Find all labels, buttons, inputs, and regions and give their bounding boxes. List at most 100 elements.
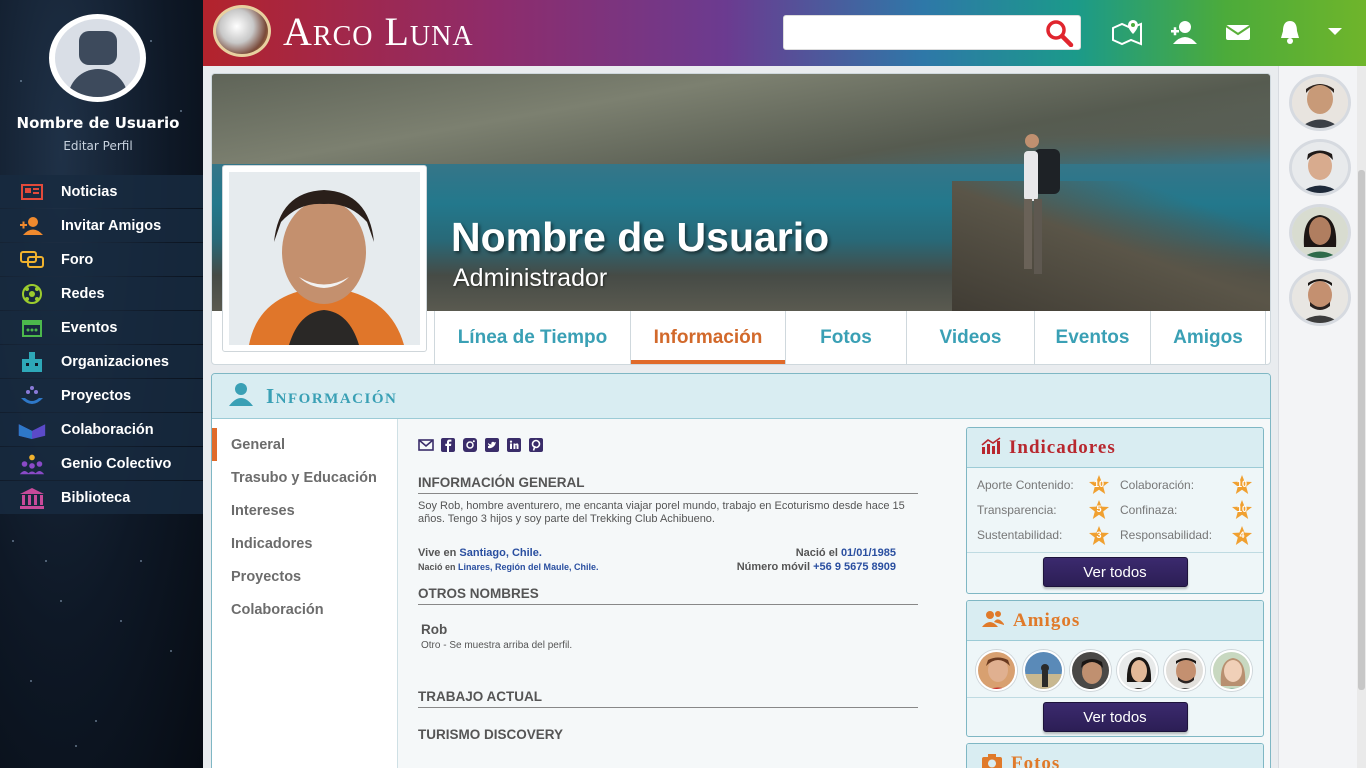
projects-icon — [18, 385, 46, 406]
left-sidebar: Nombre de Usuario Editar Perfil Noticias… — [0, 0, 203, 768]
birth-date-value: 01/01/1985 — [840, 547, 896, 559]
sidebar-item-label: Invitar Amigos — [61, 217, 162, 234]
map-location-icon[interactable] — [1111, 16, 1145, 48]
friend-avatar[interactable] — [1117, 650, 1158, 691]
social-links — [418, 434, 918, 456]
tab-fotos[interactable]: Fotos — [785, 311, 906, 364]
sidebar-item-genio-colectivo[interactable]: Genio Colectivo — [0, 447, 203, 480]
twitter-icon[interactable] — [484, 437, 500, 453]
indicators-title: Indicadores — [1009, 436, 1116, 458]
indicator-item: Responsabilidad: 4 — [1120, 525, 1253, 546]
forum-icon — [18, 250, 46, 270]
friend-avatar[interactable] — [1070, 650, 1111, 691]
online-friend-avatar[interactable] — [1289, 204, 1351, 261]
indicator-item: Transparencia: 5 — [977, 499, 1110, 520]
other-name: Rob — [421, 622, 448, 637]
born-in-link[interactable]: Linares, Región del Maule, Chile. — [458, 562, 599, 572]
indicator-value: 3 — [1096, 529, 1102, 540]
profile-photo[interactable] — [222, 165, 427, 352]
indicator-value: 5 — [1096, 504, 1102, 515]
subnav-proyectos[interactable]: Proyectos — [212, 560, 397, 593]
sidebar-item-invitar-amigos[interactable]: Invitar Amigos — [0, 209, 203, 242]
sidebar-item-colaboracion[interactable]: Colaboración — [0, 413, 203, 446]
information-title: Información — [266, 383, 398, 408]
profile-tabs: Línea de Tiempo Información Fotos Videos… — [434, 311, 1266, 364]
sidebar-item-noticias[interactable]: Noticias — [0, 175, 203, 208]
friend-avatar[interactable] — [976, 650, 1017, 691]
indicator-label: Responsabilidad: — [1120, 528, 1213, 543]
indicator-item: Sustentabilidad: 3 — [977, 525, 1110, 546]
facebook-icon[interactable] — [440, 437, 456, 453]
online-friends-rail — [1278, 66, 1366, 768]
hiker-figure — [1024, 134, 1060, 274]
sidebar-item-proyectos[interactable]: Proyectos — [0, 379, 203, 412]
friends-see-all-button[interactable]: Ver todos — [1042, 702, 1188, 732]
scrollbar-thumb[interactable] — [1358, 170, 1365, 690]
indicator-label: Confinaza: — [1120, 502, 1178, 517]
star-icon: 4 — [1231, 525, 1253, 546]
star-icon: 10 — [1231, 474, 1253, 495]
friend-avatar[interactable] — [1211, 650, 1252, 691]
subnav-colaboracion[interactable]: Colaboración — [212, 593, 397, 626]
sidebar-item-redes[interactable]: Redes — [0, 277, 203, 310]
tab-videos[interactable]: Videos — [906, 311, 1034, 364]
linkedin-icon[interactable] — [506, 437, 522, 453]
birth-date-label: Nació el — [795, 547, 838, 559]
page-scrollbar[interactable] — [1357, 66, 1366, 768]
sidebar-item-biblioteca[interactable]: Biblioteca — [0, 481, 203, 514]
search-icon[interactable] — [1044, 19, 1074, 48]
network-icon — [18, 283, 46, 304]
tab-linea-de-tiempo[interactable]: Línea de Tiempo — [434, 311, 630, 364]
tab-informacion[interactable]: Información — [630, 311, 785, 364]
lives-in-link[interactable]: Santiago, Chile. — [459, 547, 542, 559]
sidebar-item-label: Noticias — [61, 183, 118, 200]
app-logo-text[interactable]: Arco Luna — [283, 8, 474, 55]
pinterest-icon[interactable] — [528, 437, 544, 453]
newspaper-icon — [18, 182, 46, 202]
chart-icon — [981, 436, 1001, 459]
sidebar-item-organizaciones[interactable]: Organizaciones — [0, 345, 203, 378]
collective-genius-icon — [18, 454, 46, 474]
tab-amigos[interactable]: Amigos — [1150, 311, 1266, 364]
photos-title: Fotos — [1011, 752, 1061, 768]
information-subnav: General Trasubo y Educación Intereses In… — [212, 419, 398, 768]
mobile-value: +56 9 5675 8909 — [813, 561, 896, 573]
chevron-down-icon[interactable] — [1318, 16, 1352, 48]
subnav-indicadores[interactable]: Indicadores — [212, 527, 397, 560]
bio-text: Soy Rob, hombre aventurero, me encanta v… — [418, 500, 905, 525]
search-input[interactable] — [784, 16, 1034, 49]
sidebar-avatar[interactable] — [49, 14, 146, 102]
tab-eventos[interactable]: Eventos — [1034, 311, 1150, 364]
current-job: TURISMO DISCOVERY — [418, 727, 564, 742]
profile-cover-card: Nombre de Usuario Administrador Línea de… — [211, 73, 1271, 365]
arco-luna-logo-icon[interactable] — [213, 5, 271, 57]
online-friend-avatar[interactable] — [1289, 74, 1351, 131]
instagram-icon[interactable] — [462, 437, 478, 453]
indicator-label: Transparencia: — [977, 502, 1057, 517]
indicators-see-all-button[interactable]: Ver todos — [1042, 557, 1188, 587]
subnav-trabajo-educacion[interactable]: Trasubo y Educación — [212, 461, 397, 494]
friend-avatar[interactable] — [1023, 650, 1064, 691]
notifications-bell-icon[interactable] — [1273, 16, 1307, 48]
sidebar-item-eventos[interactable]: Eventos — [0, 311, 203, 344]
subnav-intereses[interactable]: Intereses — [212, 494, 397, 527]
add-friend-icon[interactable] — [1168, 16, 1202, 48]
online-friend-avatar[interactable] — [1289, 269, 1351, 326]
edit-profile-link[interactable]: Editar Perfil — [0, 139, 196, 153]
online-friend-avatar[interactable] — [1289, 139, 1351, 196]
friends-avatars-row — [967, 641, 1263, 698]
star-icon: 5 — [1088, 499, 1110, 520]
messages-icon[interactable] — [1221, 16, 1255, 48]
star-icon: 10 — [1088, 474, 1110, 495]
indicator-item: Colaboración: 10 — [1120, 474, 1253, 495]
sidebar-item-label: Foro — [61, 251, 94, 268]
friend-avatar[interactable] — [1164, 650, 1205, 691]
calendar-icon — [18, 318, 46, 338]
subnav-general[interactable]: General — [212, 428, 397, 461]
born-in-label: Nació en — [418, 562, 456, 572]
sidebar-item-foro[interactable]: Foro — [0, 243, 203, 276]
information-panel: Información General Trasubo y Educación … — [211, 373, 1271, 768]
current-job-title: TRABAJO ACTUAL — [418, 689, 918, 708]
indicators-widget: Indicadores Aporte Contenido: 10 Colabora… — [966, 427, 1264, 594]
email-icon[interactable] — [418, 437, 434, 453]
